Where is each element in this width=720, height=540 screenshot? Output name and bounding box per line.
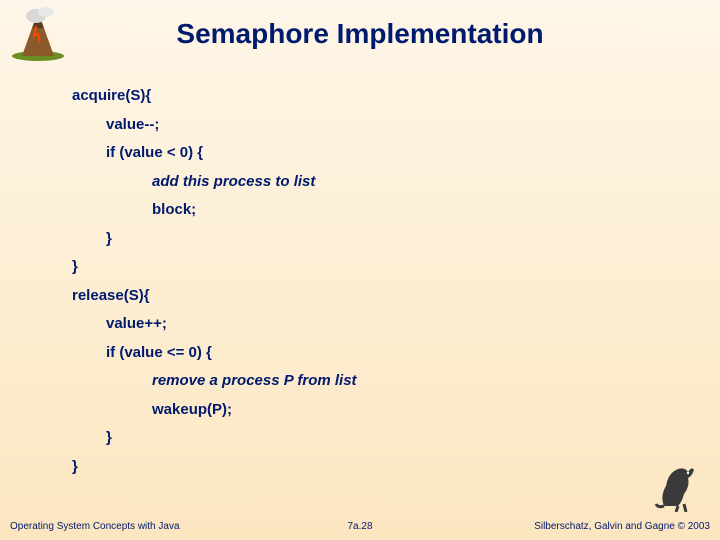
code-line: }	[72, 424, 357, 453]
footer-left: Operating System Concepts with Java	[10, 521, 180, 532]
code-line: }	[72, 453, 357, 482]
code-line: if (value < 0) {	[72, 139, 357, 168]
code-line: }	[72, 253, 357, 282]
code-line: add this process to list	[72, 168, 357, 197]
footer-copyright: Silberschatz, Galvin and Gagne © 2003	[534, 521, 710, 532]
dinosaur-icon	[654, 456, 702, 512]
code-line: if (value <= 0) {	[72, 339, 357, 368]
code-line: remove a process P from list	[72, 367, 357, 396]
code-line: release(S){	[72, 282, 357, 311]
code-line: block;	[72, 196, 357, 225]
footer-page-number: 7a.28	[347, 521, 372, 532]
code-line: value--;	[72, 111, 357, 140]
code-line: }	[72, 225, 357, 254]
code-line: acquire(S){	[72, 82, 357, 111]
code-line: value++;	[72, 310, 357, 339]
page-title: Semaphore Implementation	[0, 0, 720, 60]
code-line: wakeup(P);	[72, 396, 357, 425]
volcano-icon	[8, 6, 68, 61]
code-block: acquire(S){ value--; if (value < 0) { ad…	[72, 82, 357, 481]
